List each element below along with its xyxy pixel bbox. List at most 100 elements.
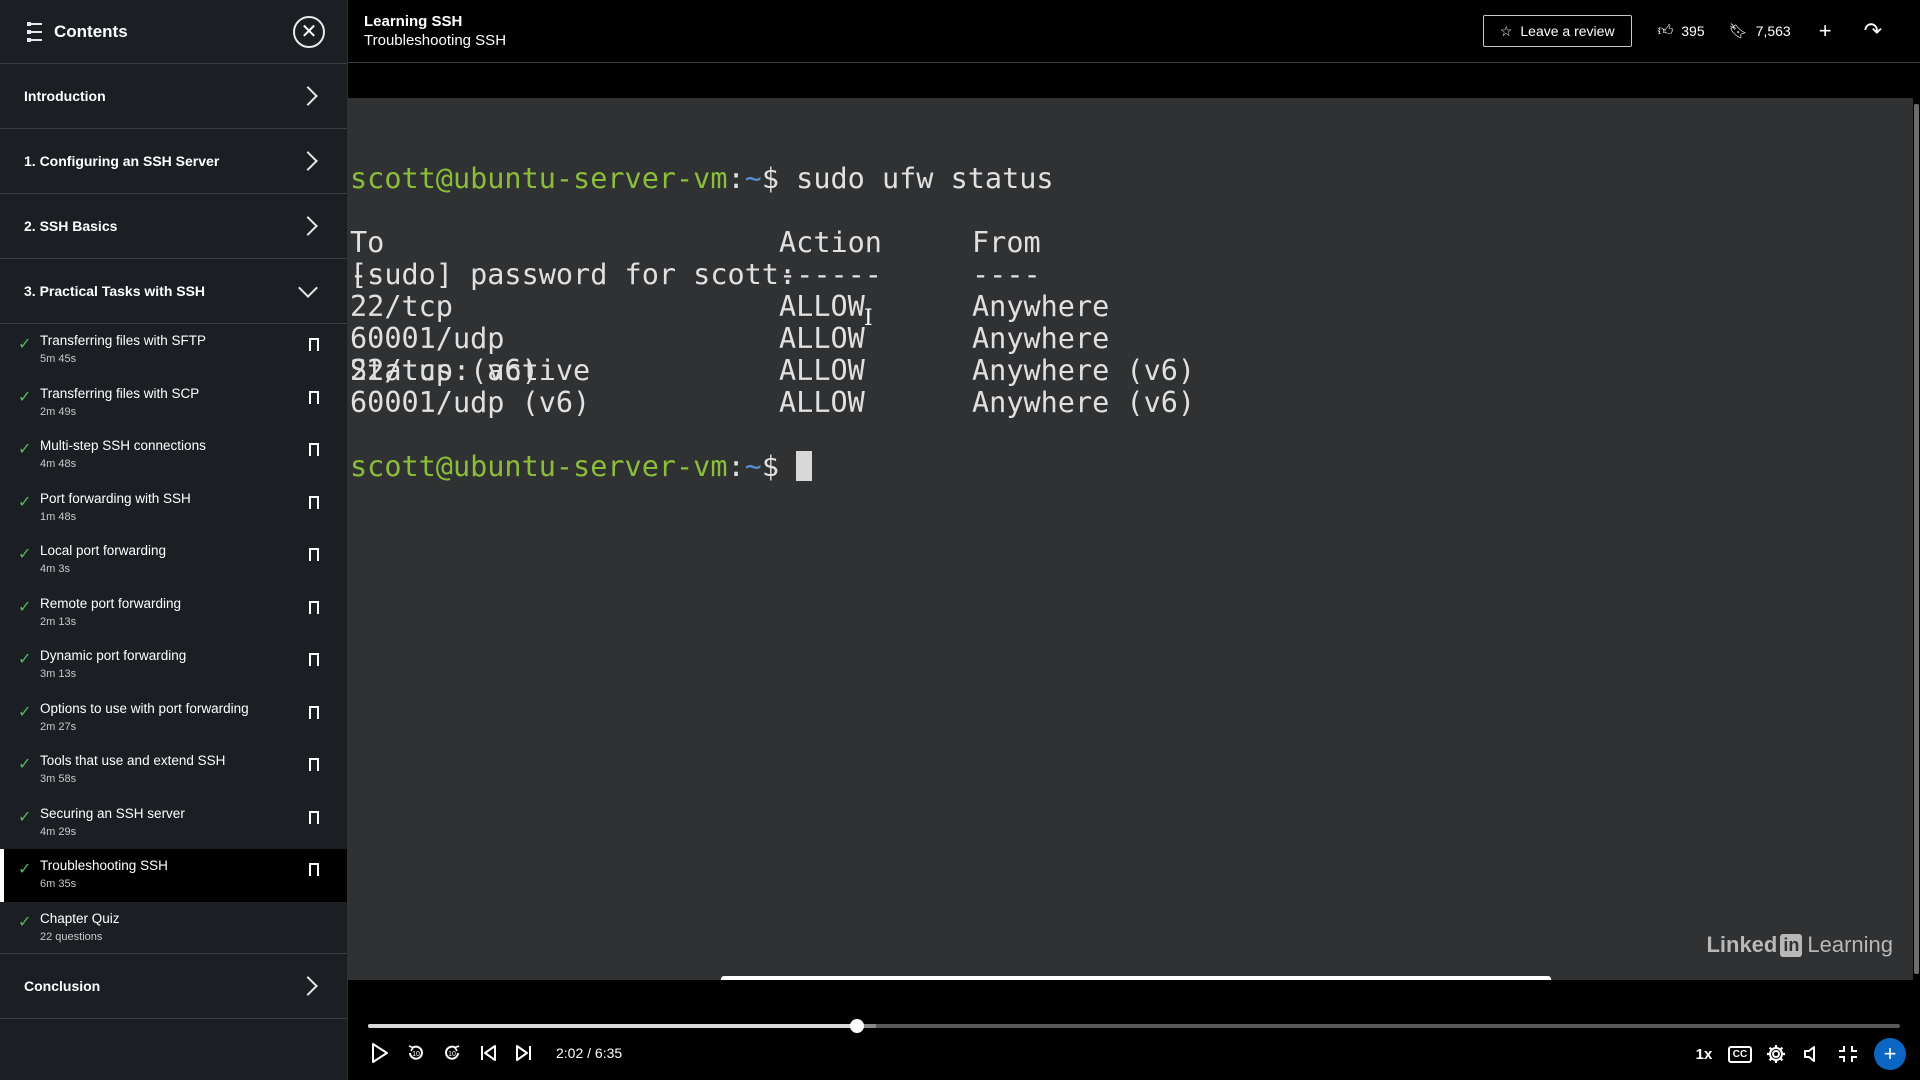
captions-button[interactable]: CC: [1727, 1043, 1753, 1065]
controls-left: 10 10 2:02 / 6:35: [370, 1042, 622, 1064]
share-icon[interactable]: ↷: [1864, 20, 1882, 42]
table-cell: ALLOW: [779, 290, 865, 323]
bookmark-button[interactable]: [301, 810, 327, 828]
like-button[interactable]: 👍︎ 395: [1658, 22, 1705, 40]
video-item-title: Remote port forwarding: [40, 595, 182, 611]
skip-forward-button[interactable]: 10: [442, 1042, 462, 1064]
time-display: 2:02 / 6:35: [556, 1045, 623, 1061]
video-item[interactable]: ✓ Multi-step SSH connections 4m 48s: [0, 429, 347, 482]
previous-button[interactable]: [478, 1042, 498, 1064]
video-item-duration: 3m 58s: [40, 773, 77, 785]
watermark-learning: Learning: [1807, 932, 1893, 957]
video-item-title: Dynamic port forwarding: [40, 648, 187, 663]
video-item[interactable]: ✓ Remote port forwarding 2m 13s: [0, 587, 347, 640]
watermark-linked: Linked: [1706, 932, 1778, 957]
next-button[interactable]: [514, 1042, 534, 1064]
table-header-cell: From: [972, 226, 1041, 259]
terminal-line-command: scott@ubuntu-server-vm:~$ sudo ufw statu…: [350, 163, 1054, 195]
list-icon: [22, 21, 42, 42]
video-item[interactable]: ✓ Troubleshooting SSH 6m 35s: [0, 849, 347, 902]
check-icon: ✓: [18, 441, 32, 458]
video-item[interactable]: ✓ Transferring files with SFTP 5m 45s: [0, 324, 347, 377]
video-item-text: Securing an SSH server 4m 29s: [40, 805, 301, 838]
video-item-text: Remote port forwarding 2m 13s: [40, 595, 301, 628]
cc-icon: CC: [1727, 1045, 1753, 1063]
course-title[interactable]: Learning SSH: [364, 13, 506, 30]
exit-fullscreen-button[interactable]: [1838, 1043, 1858, 1065]
prompt-user: scott@ubuntu-server-vm: [350, 450, 728, 483]
bookmark-button[interactable]: [301, 338, 327, 355]
save-button[interactable]: 🔖︎ 7,563: [1729, 22, 1791, 40]
bookmark-button[interactable]: [301, 863, 327, 880]
sidebar-title: Contents: [54, 21, 128, 41]
bookmark-button[interactable]: [301, 443, 327, 460]
video-item[interactable]: ✓ Tools that use and extend SSH 3m 58s: [0, 744, 347, 797]
bookmark-button[interactable]: [301, 758, 327, 775]
chapter-quiz-item[interactable]: ✓ Chapter Quiz 22 questions: [0, 902, 347, 954]
bookmark-button[interactable]: [301, 390, 327, 408]
terminal-last-prompt: scott@ubuntu-server-vm:~$: [350, 387, 813, 547]
bookmark-icon: 🔖︎: [1728, 23, 1748, 40]
check-icon: ✓: [18, 651, 32, 668]
bookmark-button[interactable]: [301, 653, 327, 670]
check-icon: ✓: [18, 861, 32, 878]
settings-button[interactable]: [1766, 1043, 1786, 1065]
terminal-line: [sudo] password for scott:: [350, 258, 797, 291]
leave-review-button[interactable]: ☆ Leave a review: [1482, 15, 1632, 47]
video-frame[interactable]: scott@ubuntu-server-vm:~$ sudo ufw statu…: [348, 63, 1920, 980]
skip-back-button[interactable]: 10: [406, 1042, 426, 1064]
exit-fullscreen-icon: [1839, 1046, 1857, 1062]
video-item-title: Chapter Quiz: [40, 910, 120, 926]
contents-sidebar: Contents ✕ Introduction 1. Configuring a…: [0, 0, 348, 1080]
table-divider-cell: ------: [779, 258, 882, 291]
check-icon: ✓: [18, 756, 32, 773]
video-item[interactable]: ✓ Options to use with port forwarding 2m 2…: [0, 692, 347, 745]
video-item[interactable]: ✓ Local port forwarding 4m 3s: [0, 534, 347, 587]
volume-button[interactable]: [1802, 1043, 1822, 1065]
progress-handle[interactable]: [849, 1019, 864, 1033]
top-actions: ☆ Leave a review 👍︎ 395 🔖︎ 7,563 + ↷: [1482, 15, 1898, 47]
video-item-title: Tools that use and extend SSH: [40, 753, 226, 768]
section-practical-tasks[interactable]: 3. Practical Tasks with SSH: [0, 259, 347, 324]
sidebar-header: Contents ✕: [0, 0, 347, 64]
skip-back-icon: 10: [408, 1045, 423, 1060]
video-item-duration: 3m 13s: [40, 668, 77, 680]
skip-forward-label: 10: [448, 1051, 456, 1058]
section-configuring-ssh-server[interactable]: 1. Configuring an SSH Server: [0, 129, 347, 194]
section-ssh-basics[interactable]: 2. SSH Basics: [0, 194, 347, 259]
prompt-path: ~: [744, 162, 762, 195]
video-item-duration: 2m 49s: [40, 405, 77, 418]
close-sidebar-button[interactable]: ✕: [293, 15, 325, 48]
bookmark-button[interactable]: [301, 600, 327, 618]
terminal-scrollbar: [1914, 104, 1919, 974]
add-to-collection-button[interactable]: +: [1874, 1038, 1906, 1070]
play-button[interactable]: [370, 1042, 390, 1064]
video-item[interactable]: ✓ Transferring files with SCP 2m 49s: [0, 377, 347, 430]
video-item-duration: 1m 48s: [40, 510, 77, 523]
bookmark-icon: [309, 338, 319, 355]
table-cell: 60001/udp: [350, 322, 505, 355]
bookmark-button[interactable]: [301, 705, 327, 723]
video-item[interactable]: ✓ Port forwarding with SSH 1m 48s: [0, 482, 347, 535]
bookmark-button[interactable]: [301, 495, 327, 513]
like-count: 395: [1681, 23, 1705, 39]
bookmark-icon: [309, 495, 319, 513]
bookmark-button[interactable]: [301, 548, 327, 565]
check-icon: ✓: [18, 388, 32, 406]
section-label: 3. Practical Tasks with SSH: [24, 283, 206, 299]
video-item-title: Transferring files with SCP: [40, 385, 200, 401]
section-conclusion[interactable]: Conclusion: [0, 954, 347, 1019]
add-icon[interactable]: +: [1819, 20, 1832, 42]
table-cell: Anywhere (v6): [972, 386, 1196, 419]
video-item[interactable]: ✓ Dynamic port forwarding 3m 13s: [0, 639, 347, 692]
progress-bar[interactable]: [368, 1019, 1900, 1033]
play-icon: [372, 1043, 388, 1063]
section-introduction[interactable]: Introduction: [0, 64, 347, 129]
speed-button[interactable]: 1x: [1694, 1043, 1714, 1065]
review-label: Leave a review: [1520, 23, 1615, 39]
terminal-line-prompt: scott@ubuntu-server-vm:~$: [350, 450, 813, 483]
controls-right: 1x CC +: [1678, 1038, 1906, 1070]
table-cell: ALLOW: [779, 354, 865, 387]
chevron-right-icon: [298, 86, 318, 106]
video-item[interactable]: ✓ Securing an SSH server 4m 29s: [0, 797, 347, 850]
